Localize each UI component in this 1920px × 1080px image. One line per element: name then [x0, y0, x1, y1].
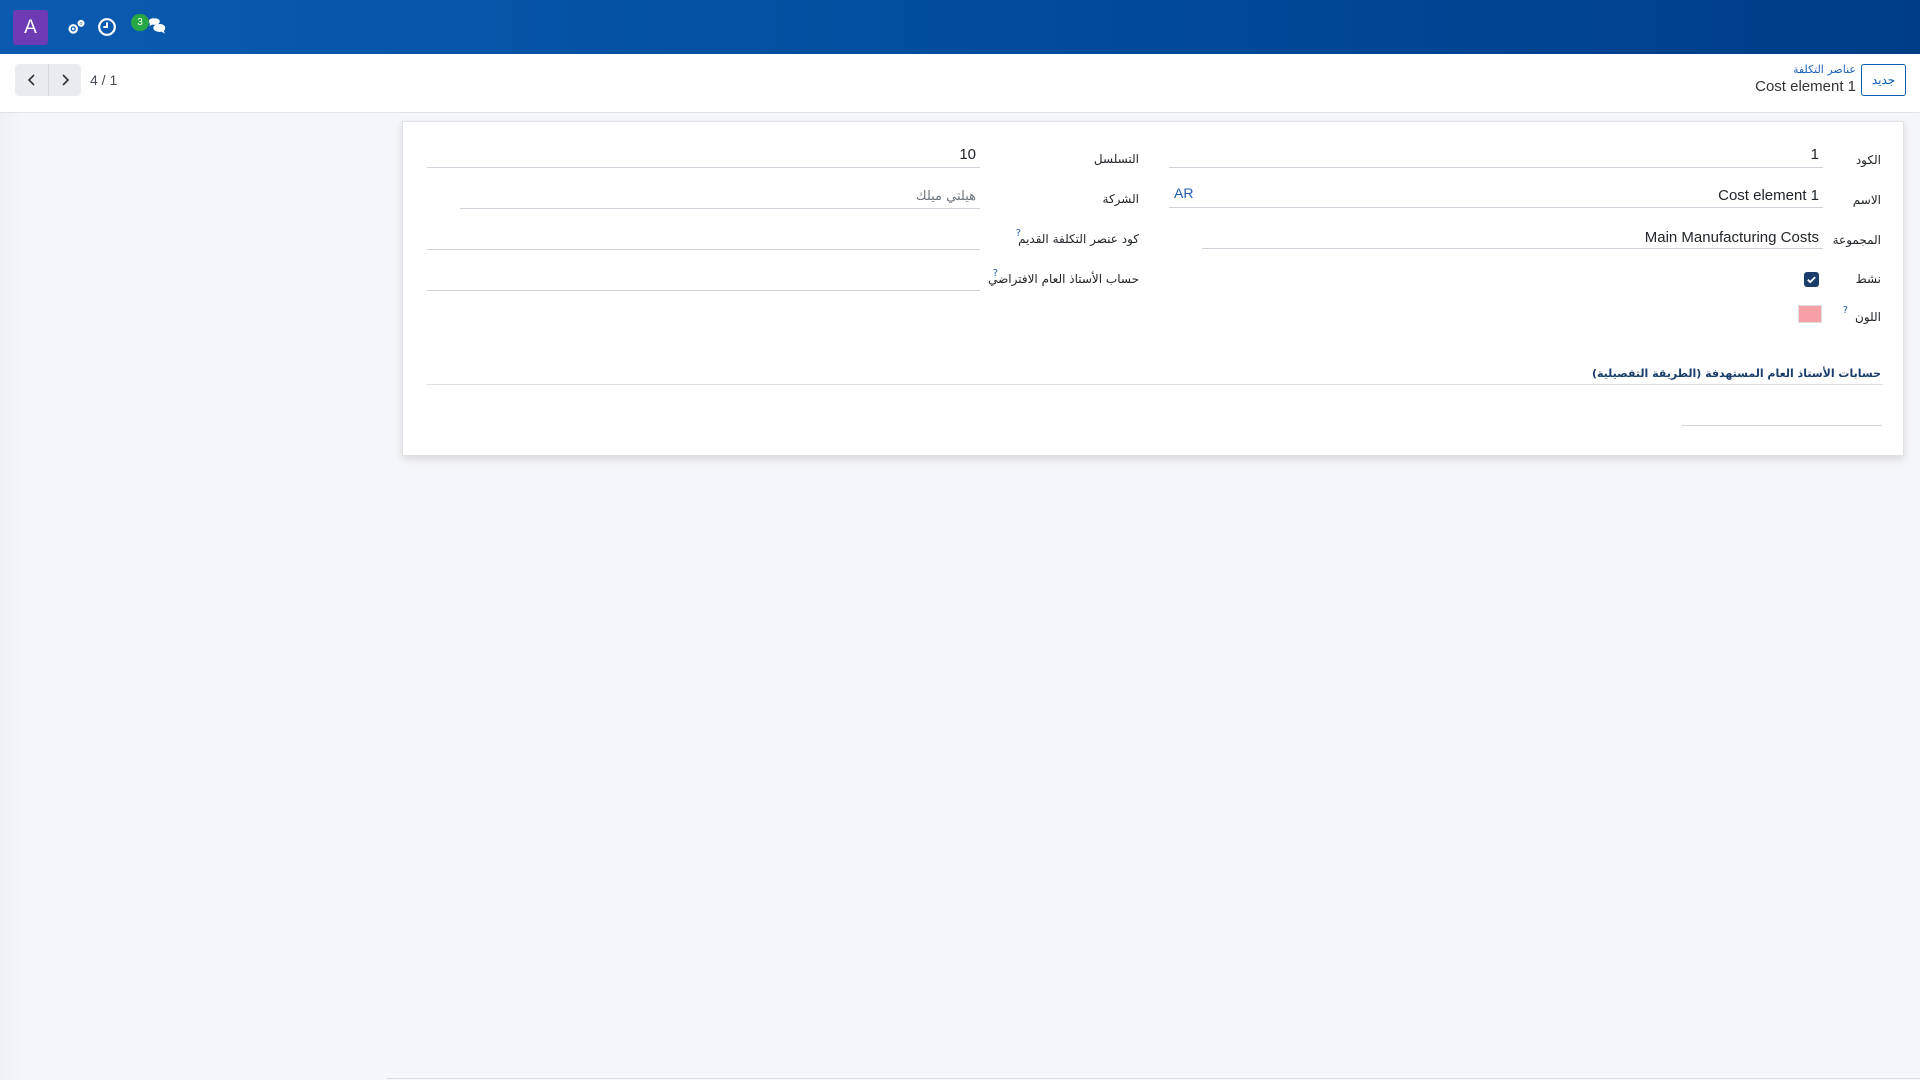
old-code-label: كود عنصر التكلفة القديم	[1018, 232, 1139, 246]
old-code-field[interactable]	[427, 222, 980, 250]
active-label: نشط	[1855, 272, 1881, 286]
left-edge-strip	[0, 113, 22, 1080]
group-value: Main Manufacturing Costs	[1644, 229, 1819, 246]
name-field[interactable]: AR Cost element 1	[1169, 180, 1823, 208]
group-field[interactable]: Main Manufacturing Costs	[1202, 221, 1823, 249]
default-account-help-icon[interactable]: ?	[993, 268, 998, 279]
pager-next-button[interactable]	[48, 64, 81, 96]
name-language-button[interactable]: AR	[1174, 185, 1193, 201]
name-label: الاسم	[1852, 193, 1881, 207]
top-navbar: A 3	[0, 0, 1920, 54]
control-panel: 4 / 1 عناصر التكلفة Cost element 1 جديد	[0, 54, 1920, 113]
bottom-divider	[387, 1078, 1920, 1079]
color-help-icon[interactable]: ?	[1843, 305, 1848, 316]
code-field[interactable]: 1	[1169, 140, 1823, 168]
sequence-value: 10	[959, 146, 976, 163]
color-swatch[interactable]	[1798, 305, 1822, 323]
active-checkbox[interactable]	[1804, 272, 1819, 287]
section-divider	[427, 384, 1883, 385]
breadcrumb-current: Cost element 1	[1755, 78, 1856, 95]
targeted-accounts-input[interactable]	[1682, 425, 1882, 426]
app-avatar[interactable]: A	[13, 10, 48, 45]
pager-previous-button[interactable]	[15, 64, 48, 96]
clock-icon[interactable]	[96, 16, 118, 38]
settings-cogs-icon[interactable]	[65, 16, 87, 38]
default-account-label: حساب الأستاذ العام الافتراضي	[988, 272, 1139, 286]
color-label: اللون	[1855, 310, 1881, 324]
targeted-accounts-title: حسابات الأستاذ العام المستهدفة (الطريقة …	[1591, 367, 1881, 380]
company-field[interactable]: هيلتي ميلك	[460, 181, 980, 209]
name-value: Cost element 1	[1718, 187, 1819, 204]
group-label: المجموعة	[1832, 233, 1881, 247]
default-account-field[interactable]	[427, 263, 980, 291]
company-value: هيلتي ميلك	[915, 189, 976, 204]
code-value: 1	[1810, 146, 1819, 163]
chevron-left-icon	[27, 74, 35, 86]
old-code-help-icon[interactable]: ?	[1016, 228, 1021, 239]
code-label: الكود	[1855, 153, 1881, 167]
pager-value[interactable]: 4 / 1	[90, 72, 117, 88]
chevron-right-icon	[62, 74, 70, 86]
form-sheet: الكود 1 الاسم AR Cost element 1 المجموعة…	[402, 121, 1904, 456]
sequence-field[interactable]: 10	[427, 140, 980, 168]
breadcrumb-parent-link[interactable]: عناصر التكلفة	[1793, 63, 1856, 76]
sequence-label: التسلسل	[1093, 152, 1139, 166]
chat-badge: 3	[131, 14, 149, 31]
check-icon	[1807, 276, 1816, 284]
company-label: الشركة	[1102, 192, 1139, 206]
new-button[interactable]: جديد	[1861, 64, 1906, 96]
